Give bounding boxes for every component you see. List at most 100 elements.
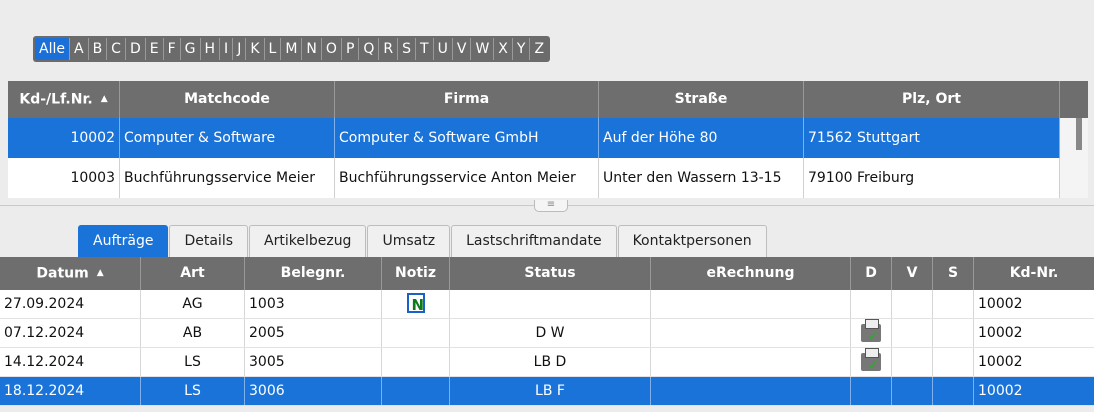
orders-table-header: Datum ▲ Art Belegnr. Notiz Status eRechnu… [0, 257, 1094, 290]
alpha-m[interactable]: M [280, 38, 301, 60]
tab-lastschriftmandate[interactable]: Lastschriftmandate [451, 225, 617, 257]
printer-icon[interactable] [861, 319, 881, 347]
alpha-v[interactable]: V [451, 38, 471, 60]
cell-v [892, 377, 933, 405]
scrollbar-track-lower[interactable] [1060, 158, 1088, 198]
col-header-d[interactable]: D [851, 257, 892, 290]
cell-notiz[interactable] [382, 290, 450, 318]
col-header-erechnung[interactable]: eRechnung [651, 257, 851, 290]
cell-s [933, 377, 974, 405]
alpha-h[interactable]: H [199, 38, 220, 60]
alpha-c[interactable]: C [106, 38, 125, 60]
col-header-v[interactable]: V [892, 257, 933, 290]
cell-nr: 10002 [8, 118, 120, 158]
customer-table-header: Kd-/Lf.Nr. ▲ Matchcode Firma Straße Plz, … [8, 81, 1088, 118]
tab-umsatz[interactable]: Umsatz [367, 225, 451, 257]
scrollbar-track[interactable] [1060, 118, 1088, 158]
cell-v [892, 290, 933, 318]
alpha-g[interactable]: G [179, 38, 200, 60]
alpha-u[interactable]: U [432, 38, 452, 60]
alphabet-filter-bar: Alle A B C D E F G H I J K L M N O P Q R… [33, 36, 551, 62]
col-header-kdnr[interactable]: Kd-Nr. [974, 257, 1094, 290]
cell-notiz [382, 348, 450, 376]
table-row[interactable]: 10002 Computer & Software Computer & Sof… [8, 118, 1088, 158]
cell-erechnung [651, 290, 851, 318]
tab-kontaktpersonen[interactable]: Kontaktpersonen [617, 225, 767, 257]
cell-s [933, 290, 974, 318]
cell-d [851, 377, 892, 405]
alpha-w[interactable]: W [470, 38, 493, 60]
alpha-all[interactable]: Alle [35, 38, 69, 60]
alpha-d[interactable]: D [124, 38, 145, 60]
alpha-x[interactable]: X [493, 38, 512, 60]
cell-datum: 27.09.2024 [0, 290, 141, 318]
alpha-l[interactable]: L [263, 38, 281, 60]
alpha-i[interactable]: I [219, 38, 232, 60]
printer-icon[interactable] [861, 348, 881, 376]
col-header-status[interactable]: Status [450, 257, 651, 290]
col-header-matchcode[interactable]: Matchcode [120, 81, 335, 118]
alpha-y[interactable]: Y [511, 38, 530, 60]
cell-status: LB D [450, 348, 651, 376]
alpha-n[interactable]: N [301, 38, 320, 60]
scrollbar-header [1060, 81, 1088, 118]
cell-ort: 71562 Stuttgart [804, 118, 1060, 158]
col-header-ort[interactable]: Plz, Ort [804, 81, 1060, 118]
alpha-e[interactable]: E [144, 38, 163, 60]
cell-firma: Computer & Software GmbH [335, 118, 599, 158]
alpha-q[interactable]: Q [358, 38, 378, 60]
tab-details[interactable]: Details [169, 225, 249, 257]
cell-strasse: Unter den Wassern 13-15 [599, 158, 804, 198]
col-header-belegnr[interactable]: Belegnr. [245, 257, 382, 290]
table-row[interactable]: 27.09.2024 AG 1003 10002 [0, 290, 1094, 319]
col-header-notiz[interactable]: Notiz [382, 257, 450, 290]
col-header-datum[interactable]: Datum ▲ [0, 257, 141, 290]
cell-notiz [382, 377, 450, 405]
cell-v [892, 348, 933, 376]
table-row[interactable]: 14.12.2024 LS 3005 LB D 10002 [0, 348, 1094, 377]
table-row[interactable]: 07.12.2024 AB 2005 D W 10002 [0, 319, 1094, 348]
alpha-k[interactable]: K [245, 38, 263, 60]
cell-status [450, 290, 651, 318]
col-header-s[interactable]: S [933, 257, 974, 290]
scrollbar-thumb[interactable] [1076, 118, 1082, 150]
alpha-z[interactable]: Z [529, 38, 548, 60]
cell-kdnr: 10002 [978, 325, 1023, 341]
cell-kdnr: 10002 [978, 354, 1023, 370]
cell-strasse: Auf der Höhe 80 [599, 118, 804, 158]
cell-erechnung [651, 319, 851, 347]
alpha-t[interactable]: T [415, 38, 433, 60]
customer-table: Kd-/Lf.Nr. ▲ Matchcode Firma Straße Plz, … [8, 81, 1088, 198]
pane-splitter-handle[interactable]: ≡ [534, 200, 568, 212]
note-icon[interactable] [406, 291, 425, 318]
table-row[interactable]: 10003 Buchführungsservice Meier Buchführ… [8, 158, 1088, 198]
alpha-j[interactable]: J [232, 38, 245, 60]
alpha-s[interactable]: S [397, 38, 415, 60]
col-header-firma[interactable]: Firma [335, 81, 599, 118]
col-header-datum-label: Datum [36, 265, 89, 282]
alpha-b[interactable]: B [87, 38, 107, 60]
table-row[interactable]: 18.12.2024 LS 3006 LB F 10002 [0, 377, 1094, 406]
cell-d[interactable] [851, 319, 892, 347]
cell-firma: Buchführungsservice Anton Meier [335, 158, 599, 198]
cell-status: LB F [450, 377, 651, 405]
cell-belegnr: 3005 [245, 348, 382, 376]
alpha-f[interactable]: F [162, 38, 180, 60]
cell-d[interactable] [851, 348, 892, 376]
col-header-nr[interactable]: Kd-/Lf.Nr. ▲ [8, 81, 120, 118]
tab-auftraege[interactable]: Aufträge [78, 225, 169, 257]
tab-artikelbezug[interactable]: Artikelbezug [249, 225, 367, 257]
alpha-p[interactable]: P [340, 38, 358, 60]
alpha-r[interactable]: R [378, 38, 397, 60]
cell-erechnung [651, 348, 851, 376]
orders-table: Datum ▲ Art Belegnr. Notiz Status eRechnu… [0, 257, 1094, 406]
col-header-nr-label: Kd-/Lf.Nr. [19, 91, 93, 108]
col-header-art[interactable]: Art [141, 257, 245, 290]
cell-kdnr: 10002 [978, 296, 1023, 312]
alpha-a[interactable]: A [68, 38, 88, 60]
alpha-o[interactable]: O [320, 38, 341, 60]
cell-matchcode: Buchführungsservice Meier [120, 158, 335, 198]
cell-v [892, 319, 933, 347]
sort-ascending-icon: ▲ [100, 94, 108, 104]
col-header-strasse[interactable]: Straße [599, 81, 804, 118]
